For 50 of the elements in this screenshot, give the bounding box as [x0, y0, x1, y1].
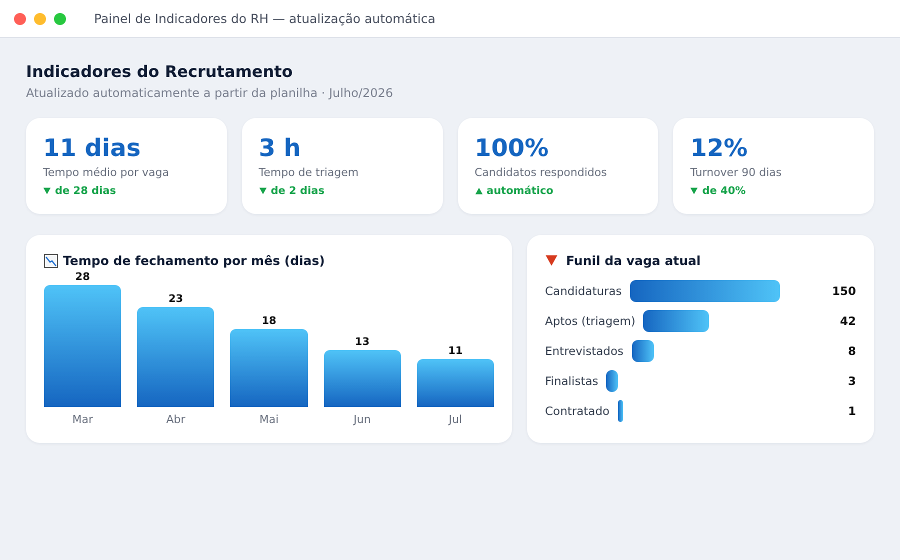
- kpi-value: 12%: [690, 133, 749, 163]
- month-label: Jul: [448, 413, 462, 426]
- kpi-change: automático: [486, 185, 554, 197]
- close-button[interactable]: [14, 12, 26, 24]
- stage-count: 1: [848, 404, 856, 418]
- stage-label: Finalistas: [545, 374, 598, 388]
- month-label: Mai: [259, 413, 279, 426]
- funnel-bar: [632, 340, 654, 362]
- bar-value: 11: [448, 345, 463, 358]
- bar-value: 23: [168, 292, 184, 305]
- funnel-bar: [643, 310, 709, 332]
- funnel-bar: [606, 370, 618, 392]
- kpi-value: 11 dias: [43, 133, 142, 163]
- month-label: Mar: [72, 413, 93, 426]
- bar-value: 13: [354, 336, 370, 348]
- chart-icon: [44, 254, 58, 268]
- stage-label: Candidaturas: [545, 284, 622, 298]
- down-triangle-icon: [258, 187, 267, 195]
- page-title: Indicadores do Recrutamento: [26, 62, 294, 81]
- window-title: Painel de Indicadores do RH — atualização automática: [94, 11, 436, 26]
- down-triangle-icon: [690, 187, 698, 195]
- kpi-label: Turnover 90 dias: [690, 166, 783, 179]
- stage-count: 150: [832, 284, 856, 298]
- stage-count: 42: [840, 314, 856, 328]
- kpi-change: de 40%: [702, 185, 746, 197]
- kpi-value: 100%: [474, 133, 550, 163]
- month-label: Abr: [166, 413, 186, 426]
- kpi-label: Tempo médio por vaga: [43, 166, 170, 179]
- maximize-button[interactable]: [54, 12, 66, 24]
- stage-label: Contratado: [545, 404, 610, 418]
- bar-value: 18: [262, 314, 276, 327]
- kpi-change: de 28 dias: [55, 185, 116, 197]
- bar-value: 28: [75, 271, 90, 283]
- page-subtitle: Atualizado automaticamente a partir da planilha · Julho/2026: [26, 86, 394, 100]
- up-triangle-icon: [474, 187, 482, 195]
- stage-label: Aptos (triagem): [545, 314, 636, 328]
- stage-label: Entrevistados: [545, 344, 624, 358]
- month-label: Jun: [354, 413, 371, 426]
- kpi-change: de 2 dias: [270, 185, 324, 197]
- stage-count: 3: [848, 374, 856, 388]
- down-triangle-icon: [43, 187, 51, 195]
- kpi-label: Tempo de triagem: [258, 166, 360, 179]
- down-triangle-icon: [545, 254, 558, 267]
- chart-title: Tempo de fechamento por mês (dias): [63, 253, 325, 268]
- kpi-value: 3 h: [258, 133, 302, 163]
- stage-count: 8: [848, 344, 856, 358]
- minimize-button[interactable]: [34, 12, 46, 24]
- kpi-label: Candidatos respondidos: [474, 166, 608, 179]
- funnel-bar: [618, 400, 624, 422]
- funnel-title: Funil da vaga atual: [566, 253, 701, 268]
